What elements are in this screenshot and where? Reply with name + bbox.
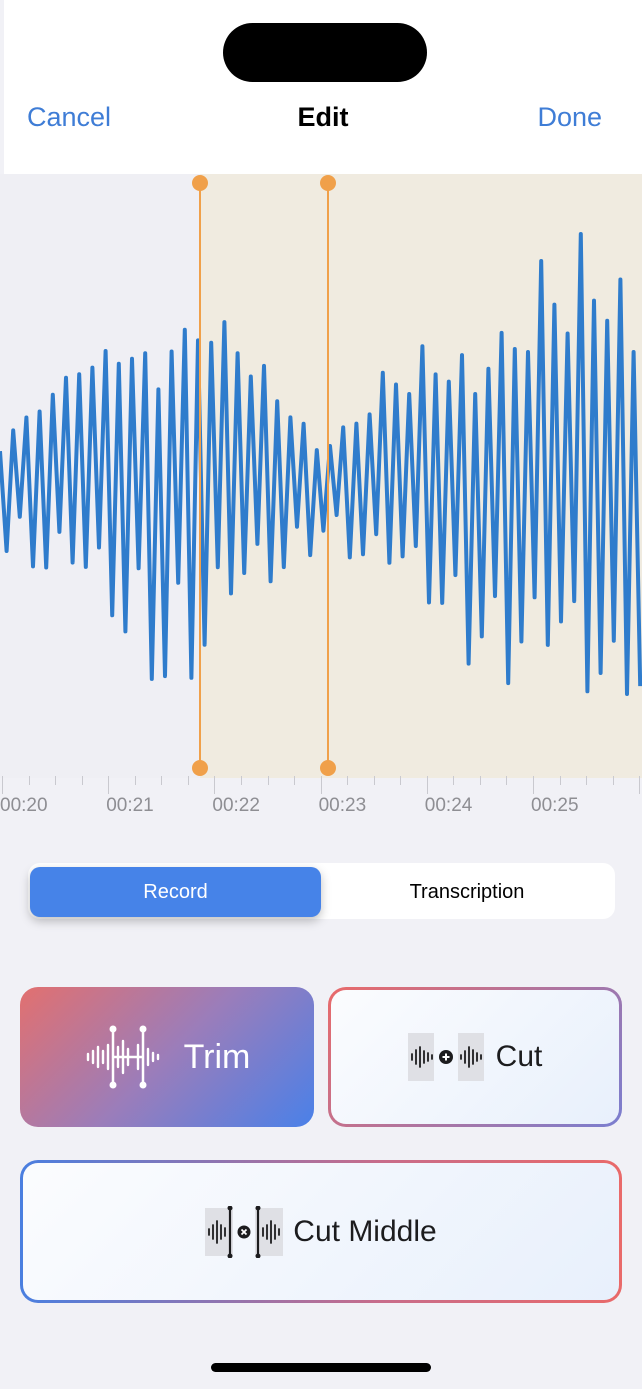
waveform-trim-icon (86, 1025, 159, 1089)
waveform-cut-icon (407, 1033, 484, 1081)
timeline-label: 00:24 (424, 795, 473, 816)
timeline-tick (400, 776, 402, 785)
mode-segmented-control: Record Transcription (28, 863, 615, 919)
timeline-tick (320, 776, 322, 794)
timeline-tick (55, 776, 57, 785)
cut-button[interactable]: Cut (328, 987, 622, 1127)
timeline-tick (506, 776, 508, 785)
timeline-label: 00:21 (106, 795, 154, 816)
home-indicator[interactable] (211, 1363, 431, 1372)
timeline-label: 00:23 (318, 795, 367, 816)
timeline-tick (267, 776, 269, 785)
timeline-tick (373, 776, 375, 785)
waveform-editor[interactable] (0, 174, 642, 778)
cut-middle-button[interactable]: Cut Middle (20, 1160, 622, 1303)
cut-label: Cut (495, 1040, 543, 1073)
audio-waveform (0, 232, 642, 696)
timeline-tick (214, 776, 216, 794)
timeline-tick (347, 776, 349, 785)
timeline-label: 00:22 (212, 795, 260, 816)
timeline-tick (586, 776, 588, 785)
waveform-cut-middle-icon (205, 1205, 284, 1258)
timeline-tick (2, 776, 3, 794)
editor-screen: Edit Cancel Done 00:20 00:21 00:22 00:23 00:… (0, 0, 642, 1389)
timeline-tick (161, 776, 163, 785)
time-ruler[interactable]: 00:20 00:21 00:22 00:23 00:24 00:25 (0, 776, 642, 826)
segment-record[interactable]: Record (30, 867, 321, 917)
timeline-tick (533, 776, 534, 794)
trim-label: Trim (183, 1037, 251, 1076)
timeline-tick (187, 776, 189, 785)
cut-middle-label: Cut Middle (293, 1214, 437, 1248)
timeline-tick (134, 776, 136, 785)
segment-transcription[interactable]: Transcription (321, 867, 613, 917)
timeline-tick (28, 776, 30, 785)
cancel-button[interactable]: Cancel (27, 102, 111, 133)
timeline-tick (479, 776, 481, 785)
timeline-label: 00:25 (531, 795, 579, 816)
timeline-tick (108, 776, 110, 794)
navigation-bar: Edit Cancel Done (4, 0, 642, 174)
timeline-tick (612, 776, 614, 785)
timeline-label: 00:20 (0, 795, 48, 816)
timeline-tick (81, 776, 83, 785)
timeline-tick (453, 776, 455, 785)
dynamic-island (223, 23, 427, 82)
trim-button[interactable]: Trim (20, 987, 314, 1127)
timeline-tick (240, 776, 242, 785)
done-button[interactable]: Done (537, 102, 602, 133)
timeline-tick (559, 776, 561, 785)
timeline-tick (294, 776, 296, 785)
timeline-tick (639, 776, 641, 794)
timeline-tick (426, 776, 428, 794)
